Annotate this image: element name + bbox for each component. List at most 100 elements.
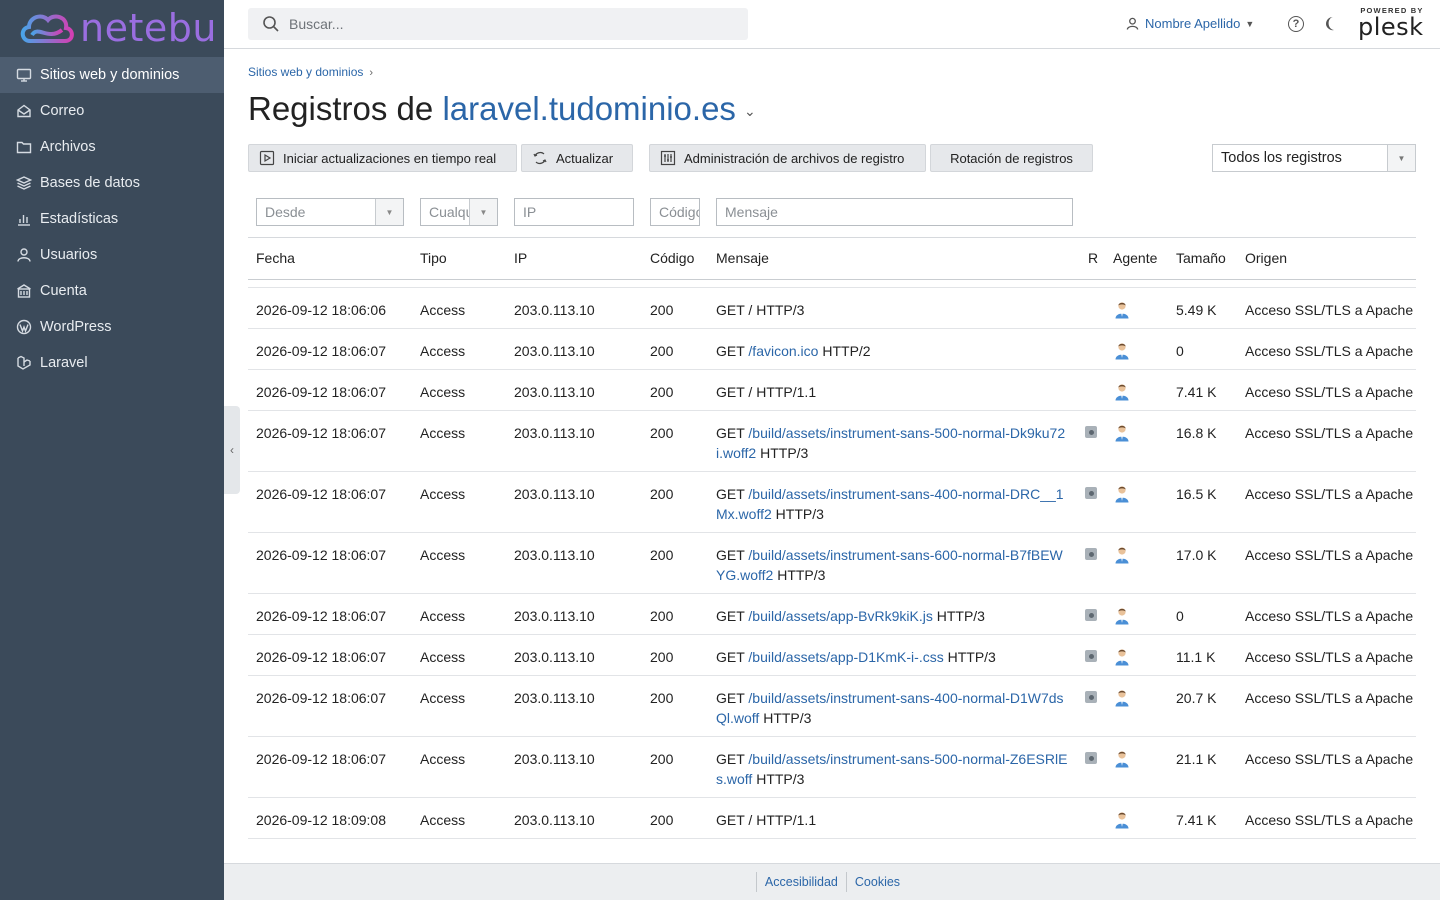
table-row: 2026-09-12 18:06:06 Access 203.0.113.10 200… (248, 288, 1416, 329)
message-path-link[interactable]: /build/assets/instrument-sans-600-normal… (716, 547, 1063, 583)
column-header-type[interactable]: Tipo (420, 250, 447, 266)
agent-user-icon[interactable] (1114, 342, 1130, 360)
referrer-icon[interactable] (1085, 691, 1097, 703)
chevron-down-icon[interactable]: ⌄ (744, 103, 756, 119)
type-filter[interactable]: ▼ (420, 198, 498, 226)
ip-input[interactable] (515, 199, 633, 225)
sidebar-item-2[interactable]: Archivos (0, 129, 224, 165)
message-path-link[interactable]: /build/assets/app-BvRk9kiK.js (748, 608, 932, 624)
column-header-code[interactable]: Código (650, 250, 694, 266)
column-header-origin[interactable]: Origen (1245, 250, 1287, 266)
help-icon[interactable]: ? (1288, 16, 1304, 32)
breadcrumb-item[interactable]: Sitios web y dominios (248, 65, 363, 79)
column-header-ip[interactable]: IP (514, 250, 527, 266)
code-filter[interactable] (650, 198, 700, 226)
cell-origin: Acceso SSL/TLS a Apache (1245, 608, 1414, 624)
cell-type: Access (420, 343, 466, 359)
referrer-icon[interactable] (1085, 650, 1097, 662)
cell-ip: 203.0.113.10 (514, 812, 595, 828)
cell-size: 21.1 K (1176, 751, 1217, 767)
referrer-icon[interactable] (1085, 609, 1097, 621)
agent-user-icon[interactable] (1114, 485, 1130, 503)
sidebar-collapse-button[interactable]: ‹ (224, 406, 240, 494)
sidebar-item-5[interactable]: Usuarios (0, 237, 224, 273)
user-icon (1126, 17, 1139, 30)
table-row: 2026-09-12 18:06:07 Access 203.0.113.10 200… (248, 329, 1416, 370)
chevron-down-icon[interactable]: ▼ (469, 199, 497, 225)
agent-user-icon[interactable] (1114, 383, 1130, 401)
refresh-button[interactable]: Actualizar (521, 144, 633, 172)
chevron-left-icon: ‹ (230, 443, 234, 457)
date-from-input[interactable] (257, 199, 375, 225)
cell-message: GET /build/assets/instrument-sans-500-no… (716, 749, 1068, 789)
column-header-r[interactable]: R (1088, 250, 1098, 266)
message-path-link[interactable]: /build/assets/instrument-sans-400-normal… (716, 486, 1064, 522)
date-from-filter[interactable]: ▼ (256, 198, 404, 226)
cell-code: 200 (650, 302, 674, 318)
referrer-icon[interactable] (1085, 548, 1097, 560)
referrer-icon[interactable] (1085, 426, 1097, 438)
cell-date: 2026-09-12 18:06:07 (256, 751, 386, 767)
chevron-down-icon[interactable]: ▼ (375, 199, 403, 225)
message-path-link[interactable]: /favicon.ico (748, 343, 818, 359)
user-menu[interactable]: Nombre Apellido ▼ (1126, 16, 1254, 31)
cookies-link[interactable]: Cookies (845, 872, 908, 892)
sidebar-item-8[interactable]: Laravel (0, 345, 224, 381)
accessibility-link[interactable]: Accesibilidad (755, 872, 846, 892)
sidebar-item-3[interactable]: Bases de datos (0, 165, 224, 201)
search-box[interactable] (248, 8, 748, 40)
agent-user-icon[interactable] (1114, 648, 1130, 666)
sidebar-item-6[interactable]: Cuenta (0, 273, 224, 309)
breadcrumb[interactable]: Sitios web y dominios › (248, 65, 373, 79)
column-header-message[interactable]: Mensaje (716, 250, 769, 266)
log-files-management-button[interactable]: Administración de archivos de registro (649, 144, 926, 172)
sidebar-item-4[interactable]: Estadísticas (0, 201, 224, 237)
sidebar-item-label: Sitios web y dominios (40, 67, 180, 83)
referrer-icon[interactable] (1085, 487, 1097, 499)
agent-user-icon[interactable] (1114, 546, 1130, 564)
cell-size: 17.0 K (1176, 547, 1217, 563)
code-input[interactable] (651, 199, 699, 225)
plesk-logo[interactable]: POWERED BY plesk (1358, 6, 1424, 39)
domain-link[interactable]: laravel.tudominio.es (442, 90, 736, 127)
agent-user-icon[interactable] (1114, 301, 1130, 319)
agent-user-icon[interactable] (1114, 607, 1130, 625)
column-header-agent[interactable]: Agente (1113, 250, 1157, 266)
message-input[interactable] (717, 199, 1072, 225)
log-rotation-button[interactable]: Rotación de registros (930, 144, 1093, 172)
message-method: GET (716, 486, 745, 502)
agent-user-icon[interactable] (1114, 811, 1130, 829)
column-header-size[interactable]: Tamaño (1176, 250, 1226, 266)
table-row: 2026-09-12 18:06:07 Access 203.0.113.10 200… (248, 533, 1416, 594)
message-path-link[interactable]: /build/assets/app-D1KmK-i-.css (748, 649, 943, 665)
referrer-icon[interactable] (1085, 752, 1097, 764)
agent-user-icon[interactable] (1114, 689, 1130, 707)
cell-ip: 203.0.113.10 (514, 751, 595, 767)
sidebar-item-7[interactable]: WordPress (0, 309, 224, 345)
message-protocol: HTTP/2 (822, 343, 871, 359)
sidebar-item-1[interactable]: Correo (0, 93, 224, 129)
type-select-input[interactable] (421, 199, 469, 225)
cell-code: 200 (650, 608, 674, 624)
cell-size: 20.7 K (1176, 690, 1217, 706)
log-select[interactable]: Todos los registros ▼ (1212, 144, 1416, 172)
sidebar-item-0[interactable]: Sitios web y dominios (0, 57, 224, 93)
refresh-icon (533, 151, 547, 165)
agent-user-icon[interactable] (1114, 424, 1130, 442)
chevron-right-icon: › (369, 67, 374, 79)
cell-date: 2026-09-12 18:06:06 (256, 302, 386, 318)
message-path: / (748, 812, 753, 828)
ip-filter[interactable] (514, 198, 634, 226)
message-filter[interactable] (716, 198, 1073, 226)
moon-icon[interactable] (1324, 15, 1340, 33)
search-input[interactable] (289, 16, 729, 32)
sidebar-item-label: WordPress (40, 319, 112, 335)
user-name: Nombre Apellido (1145, 16, 1241, 31)
realtime-updates-button[interactable]: Iniciar actualizaciones en tiempo real (248, 144, 517, 172)
brand-logo[interactable]: netebu (18, 8, 217, 48)
agent-user-icon[interactable] (1114, 750, 1130, 768)
chevron-down-icon: ▼ (1387, 145, 1415, 171)
table-row: 2026-09-12 18:06:07 Access 203.0.113.10 200… (248, 370, 1416, 411)
column-header-date[interactable]: Fecha (256, 250, 295, 266)
cell-ip: 203.0.113.10 (514, 486, 595, 502)
